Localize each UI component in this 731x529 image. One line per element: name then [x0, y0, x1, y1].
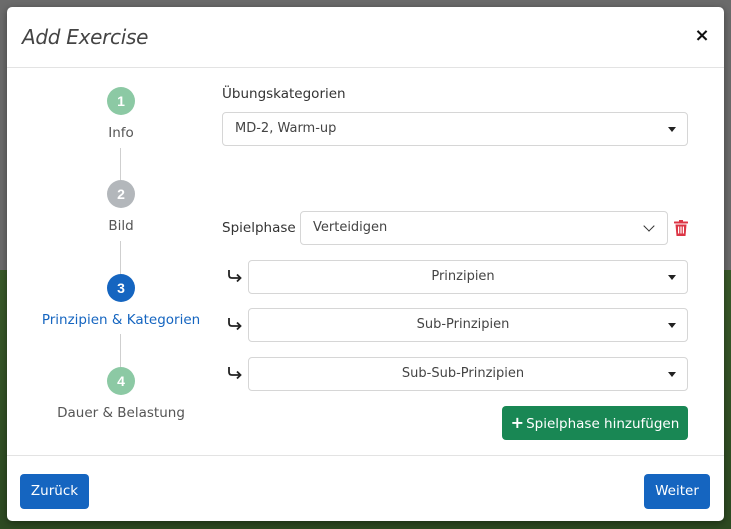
step-connector [120, 148, 121, 182]
modal-header: Add Exercise × [7, 7, 724, 68]
categories-select[interactable]: MD-2, Warm-up [222, 112, 688, 146]
step-number-badge: 4 [107, 367, 135, 395]
categories-value: MD-2, Warm-up [235, 121, 337, 136]
arrow-turn-down-right-icon [228, 318, 242, 331]
categories-label: Übungskategorien [222, 86, 346, 102]
add-exercise-modal: Add Exercise × 1 Info 2 Bild 3 Prinzipie… [7, 7, 724, 521]
add-spielphase-button[interactable]: + Spielphase hinzufügen [502, 406, 688, 440]
caret-down-icon [668, 275, 676, 280]
step-label: Dauer & Belastung [57, 405, 185, 421]
sub-sub-prinzipien-select[interactable]: Sub-Sub-Prinzipien [248, 357, 688, 391]
modal-footer: Zurück Weiter [7, 455, 724, 521]
step-number-badge: 2 [107, 180, 135, 208]
arrow-turn-down-right-icon [228, 367, 242, 380]
step-connector [120, 241, 121, 275]
arrow-turn-down-right-icon [228, 270, 242, 283]
close-button[interactable]: × [692, 25, 712, 47]
step-label: Bild [108, 218, 134, 234]
next-button[interactable]: Weiter [644, 474, 710, 509]
caret-down-icon [668, 323, 676, 328]
plus-icon: + [510, 413, 525, 432]
add-spielphase-label: Spielphase hinzufügen [526, 416, 680, 432]
caret-down-icon [668, 372, 676, 377]
trash-icon[interactable] [674, 220, 688, 236]
sub-prinzipien-select[interactable]: Sub-Prinzipien [248, 308, 688, 342]
spielphase-select[interactable]: Verteidigen [300, 211, 668, 245]
step-number-badge: 3 [107, 274, 135, 302]
step-label: Info [108, 125, 134, 141]
spielphase-value: Verteidigen [313, 220, 388, 235]
chevron-down-icon [643, 220, 655, 232]
back-button[interactable]: Zurück [20, 474, 89, 509]
sub-prinzipien-value: Sub-Prinzipien [416, 317, 510, 332]
step-number-badge: 1 [107, 87, 135, 115]
modal-title: Add Exercise [22, 25, 149, 49]
step-label: Prinzipien & Kategorien [41, 312, 201, 328]
sub-sub-prinzipien-value: Sub-Sub-Prinzipien [401, 366, 525, 381]
caret-down-icon [668, 127, 676, 132]
prinzipien-value: Prinzipien [431, 269, 495, 284]
prinzipien-select[interactable]: Prinzipien [248, 260, 688, 294]
step-connector [120, 334, 121, 368]
spielphase-label: Spielphase [222, 220, 296, 236]
